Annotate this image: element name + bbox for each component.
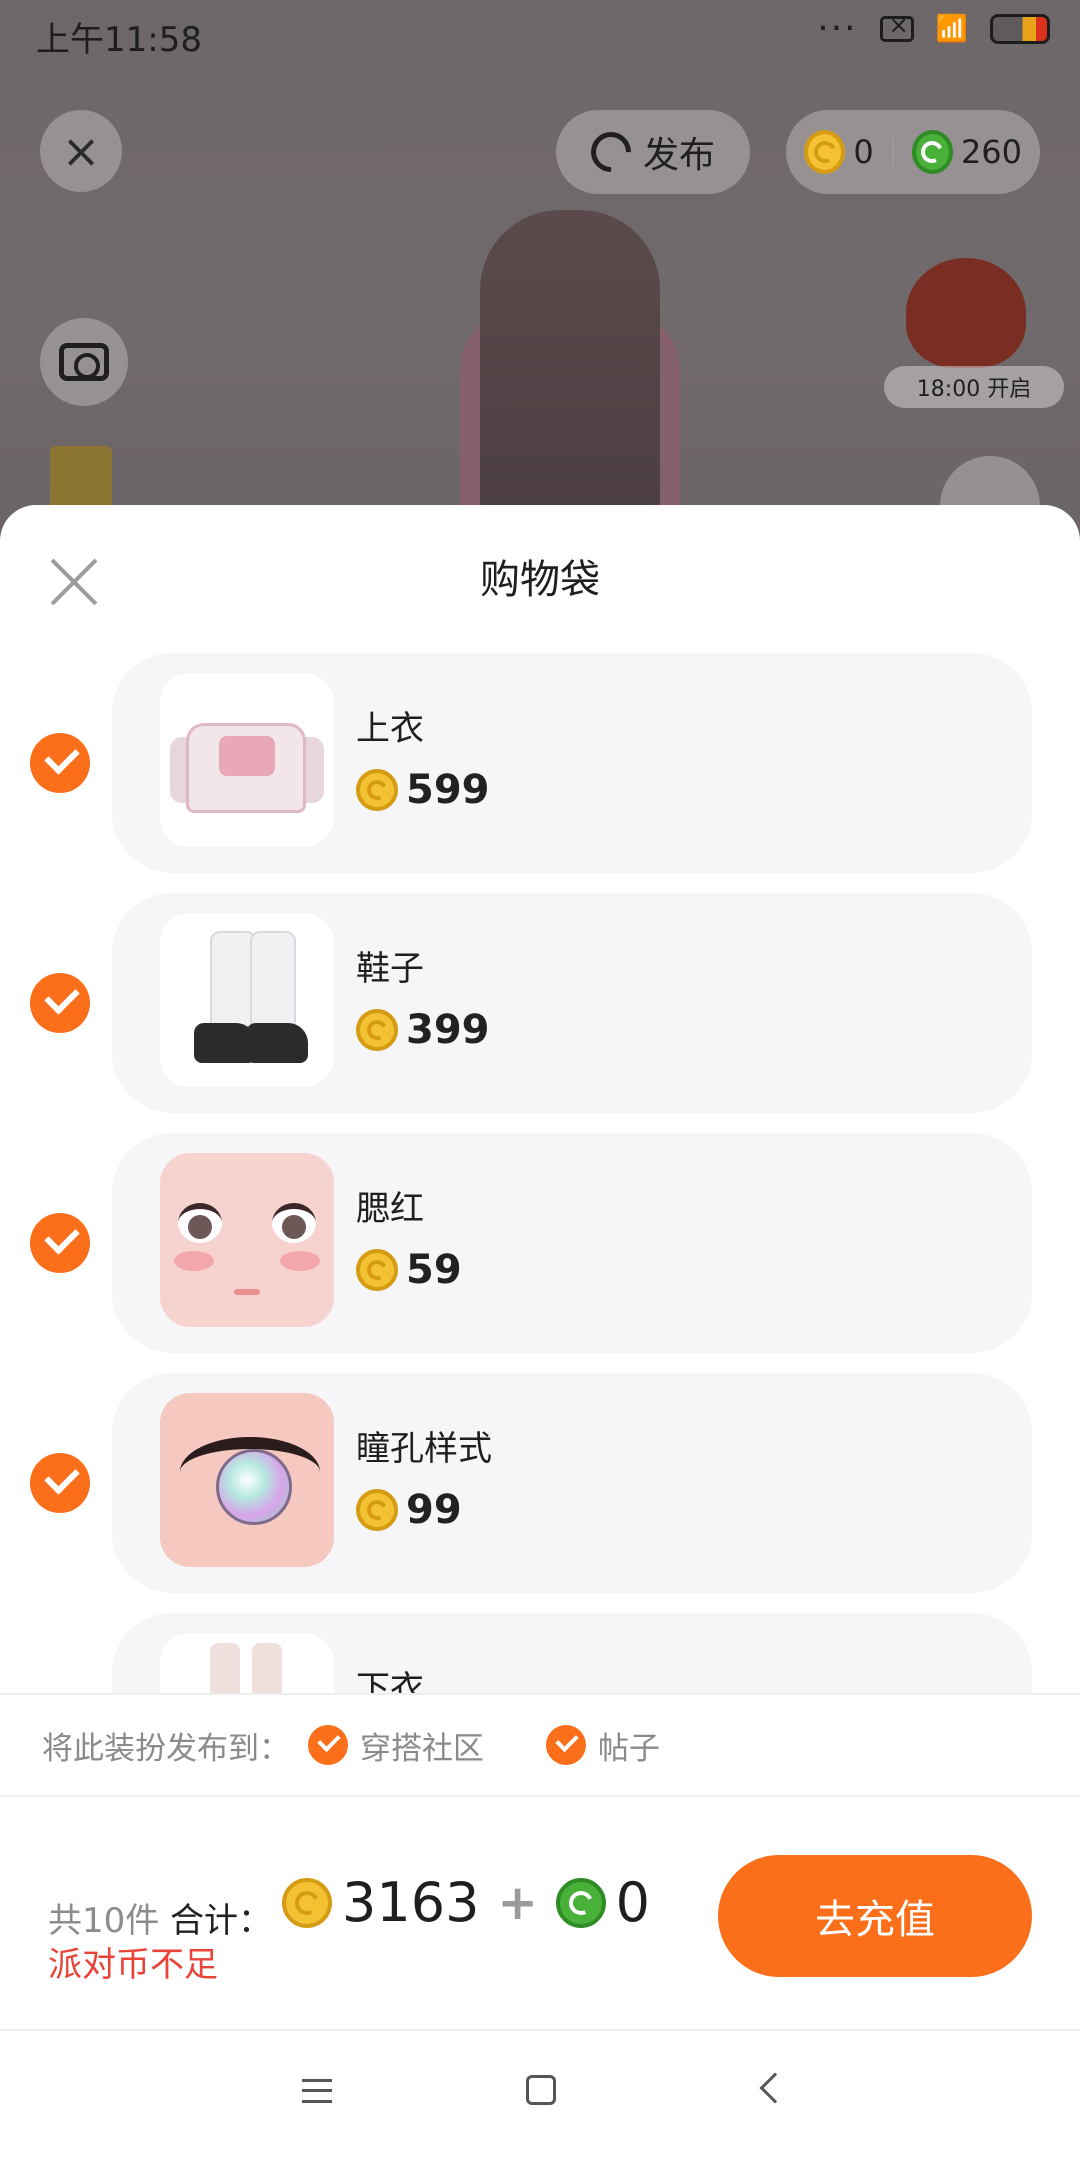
insufficient-warning: 派对币不足 <box>48 1945 218 1985</box>
item-price: 59 <box>356 1247 462 1293</box>
back-icon[interactable] <box>759 2072 791 2104</box>
publish-icon <box>582 123 640 181</box>
status-time: 上午11:58 <box>36 20 202 60</box>
green-total: 0 <box>615 1871 651 1934</box>
status-icons: ··· 📶 <box>817 8 1050 49</box>
shopping-bag-sheet: 购物袋 上衣 599 鞋子 399 腮红 59 瞳孔样式 99 下衣 将此装扮发… <box>0 505 1080 2160</box>
gold-coin-icon <box>356 769 398 811</box>
check-icon[interactable] <box>30 1453 90 1513</box>
camera-button[interactable] <box>40 318 128 406</box>
more-dots-icon: ··· <box>817 8 858 49</box>
price-value: 99 <box>406 1487 462 1533</box>
item-name: 腮红 <box>356 1189 424 1229</box>
item-name: 下衣 <box>356 1669 424 1693</box>
total-amount: 3163 + 0 <box>282 1871 650 1934</box>
item-name: 上衣 <box>356 709 424 749</box>
publish-label: 发布 <box>642 135 715 176</box>
item-name: 鞋子 <box>356 949 424 989</box>
gold-coin-icon <box>282 1877 332 1928</box>
home-icon[interactable] <box>526 2075 556 2105</box>
list-item: 下衣 <box>0 1613 1080 1693</box>
avatar-character <box>440 190 700 530</box>
gold-balance: 0 <box>853 133 874 171</box>
list-item: 瞳孔样式 99 <box>0 1373 1080 1593</box>
list-item: 腮红 59 <box>0 1133 1080 1353</box>
green-coin-icon <box>911 130 953 174</box>
status-bar: 上午11:58 ··· 📶 <box>0 0 1080 64</box>
option-label: 帖子 <box>598 1730 660 1767</box>
wifi-icon: 📶 <box>935 14 968 44</box>
check-icon[interactable] <box>30 973 90 1033</box>
list-item: 鞋子 399 <box>0 893 1080 1113</box>
item-price: 99 <box>356 1487 462 1533</box>
price-value: 599 <box>406 767 490 813</box>
item-card[interactable]: 瞳孔样式 99 <box>112 1373 1032 1593</box>
checkout-bar: 共10件 合计： 3163 + 0 派对币不足 去充值 <box>0 1799 1080 2029</box>
item-price: 399 <box>356 1007 490 1053</box>
publish-label: 将此装扮发布到： <box>42 1730 290 1767</box>
item-price: 599 <box>356 767 490 813</box>
green-coin-icon <box>555 1877 606 1928</box>
item-card[interactable]: 上衣 599 <box>112 653 1032 873</box>
sheet-header: 购物袋 <box>0 505 1080 645</box>
item-thumbnail <box>160 1153 334 1327</box>
gold-coin-icon <box>804 130 846 174</box>
sheet-title: 购物袋 <box>480 557 600 603</box>
item-thumbnail <box>160 1393 334 1567</box>
item-card[interactable]: 下衣 <box>112 1613 1032 1693</box>
check-icon <box>546 1725 586 1765</box>
price-value: 59 <box>406 1247 462 1293</box>
notification-icon <box>879 11 914 42</box>
close-icon[interactable]: × <box>40 110 122 192</box>
fortune-bag-icon[interactable] <box>896 238 1036 368</box>
check-icon[interactable] <box>30 1213 90 1273</box>
item-card[interactable]: 腮红 59 <box>112 1133 1032 1353</box>
battery-icon <box>990 14 1050 44</box>
price-value: 399 <box>406 1007 490 1053</box>
system-nav-bar <box>0 2029 1080 2160</box>
divider <box>891 138 894 166</box>
gold-total: 3163 <box>342 1871 480 1934</box>
green-balance: 260 <box>960 133 1023 171</box>
game-scene: 上午11:58 ··· 📶 × 发布 0 260 18:00 开启 <box>0 0 1080 540</box>
publish-button[interactable]: 发布 <box>556 110 750 194</box>
item-thumbnail <box>160 913 334 1087</box>
item-thumbnail <box>160 673 334 847</box>
item-thumbnail <box>160 1633 334 1693</box>
recharge-button[interactable]: 去充值 <box>718 1855 1032 1977</box>
event-time-badge: 18:00 开启 <box>884 366 1064 408</box>
item-count: 共10件 <box>48 1901 160 1941</box>
publish-option-post[interactable]: 帖子 <box>546 1723 660 1768</box>
total-label: 合计： <box>170 1901 272 1941</box>
coin-balance[interactable]: 0 260 <box>786 110 1040 194</box>
menu-icon[interactable] <box>302 2079 332 2103</box>
plus-sign: + <box>497 1874 538 1931</box>
gold-coin-icon <box>356 1489 398 1531</box>
list-item: 上衣 599 <box>0 653 1080 873</box>
item-card[interactable]: 鞋子 399 <box>112 893 1032 1113</box>
check-icon <box>308 1725 348 1765</box>
publish-options: 将此装扮发布到： 穿搭社区 帖子 <box>0 1693 1080 1797</box>
gold-coin-icon <box>356 1249 398 1291</box>
option-label: 穿搭社区 <box>360 1730 484 1767</box>
check-icon[interactable] <box>30 733 90 793</box>
item-name: 瞳孔样式 <box>356 1429 492 1469</box>
item-list[interactable]: 上衣 599 鞋子 399 腮红 59 瞳孔样式 99 下衣 <box>0 653 1080 1693</box>
camera-icon <box>59 343 109 381</box>
gold-coin-icon <box>356 1009 398 1051</box>
publish-option-community[interactable]: 穿搭社区 <box>308 1723 484 1768</box>
